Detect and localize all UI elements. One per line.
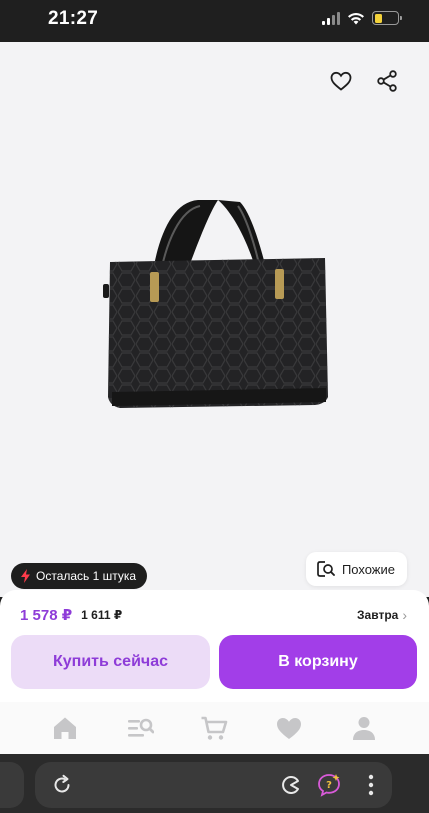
browser-extension-icon[interactable]	[281, 775, 301, 795]
lightning-icon	[21, 569, 30, 583]
svg-text:?: ?	[326, 780, 332, 791]
wifi-icon	[348, 12, 364, 25]
ai-assistant-icon[interactable]: ?	[316, 772, 342, 798]
buy-now-button[interactable]: Купить сейчас	[11, 635, 210, 689]
similar-products-button[interactable]: Похожие	[305, 552, 407, 586]
purchase-panel: 1 578 ₽ 1 611 ₽ Завтра › Купить сейчас В…	[0, 590, 429, 702]
battery-icon	[372, 11, 402, 25]
product-actions	[329, 69, 399, 93]
product-gallery[interactable]: Осталась 1 штука Похожие	[0, 42, 429, 597]
cellular-signal-icon	[322, 11, 340, 25]
stock-badge-label: Осталась 1 штука	[36, 569, 137, 583]
favorite-heart-icon[interactable]	[329, 69, 353, 93]
home-icon[interactable]	[51, 714, 79, 742]
stock-badge: Осталась 1 штука	[11, 563, 148, 589]
more-options-icon[interactable]	[368, 774, 374, 796]
old-price: 1 611 ₽	[81, 608, 123, 622]
product-image[interactable]	[100, 192, 335, 417]
favorites-icon[interactable]	[275, 714, 303, 742]
delivery-date-link[interactable]: Завтра ›	[357, 607, 407, 623]
status-bar: 21:27	[0, 0, 429, 42]
image-search-icon	[317, 561, 335, 577]
share-icon[interactable]	[375, 69, 399, 93]
similar-products-label: Похожие	[341, 561, 395, 577]
chevron-right-icon: ›	[402, 607, 407, 623]
cart-icon[interactable]	[200, 714, 228, 742]
profile-icon[interactable]	[350, 714, 378, 742]
reload-icon[interactable]	[51, 774, 73, 796]
price-row: 1 578 ₽ 1 611 ₽ Завтра ›	[20, 606, 407, 624]
add-to-cart-button[interactable]: В корзину	[219, 635, 417, 689]
tab-bar	[0, 702, 429, 754]
status-time: 21:27	[48, 8, 99, 29]
delivery-date-label: Завтра	[357, 608, 399, 622]
catalog-search-icon[interactable]	[126, 714, 154, 742]
status-icons	[322, 11, 402, 25]
previous-tab-preview[interactable]	[0, 762, 24, 808]
current-price: 1 578 ₽	[20, 607, 73, 624]
address-bar[interactable]: ?	[35, 762, 392, 808]
browser-toolbar: ?	[0, 754, 429, 813]
